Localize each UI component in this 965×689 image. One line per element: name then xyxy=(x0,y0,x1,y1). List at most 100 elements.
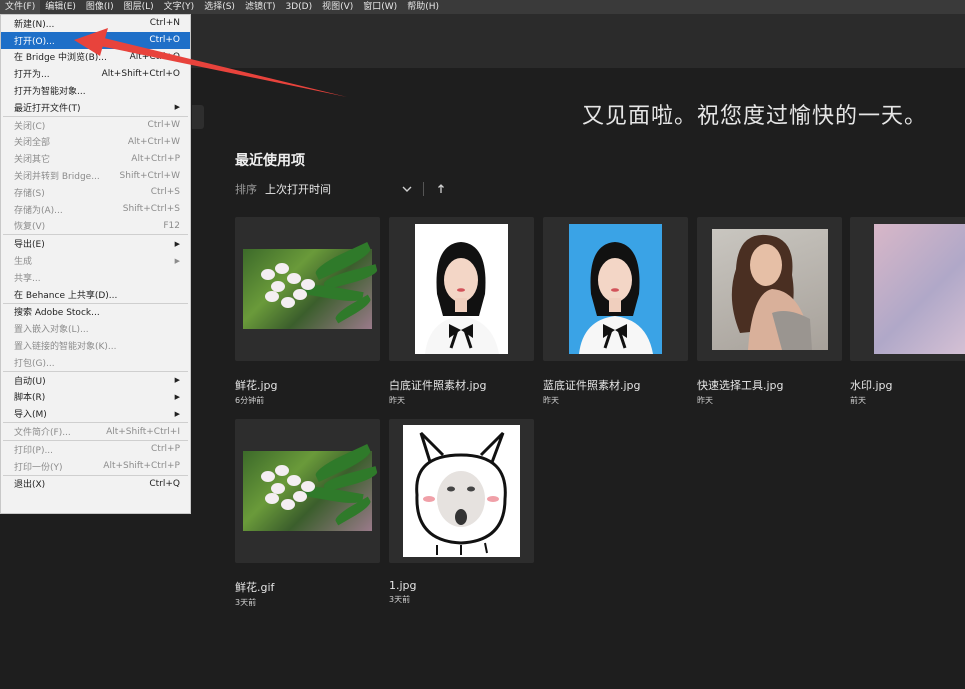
recent-file-card[interactable]: 1.jpg 3天前 xyxy=(389,419,534,605)
menu-item-label: 恢复(V) xyxy=(14,222,46,233)
menu-item-label: 置入链接的智能对象(K)... xyxy=(14,342,117,353)
sort-ascending-icon[interactable] xyxy=(436,183,446,195)
file-menu-item[interactable]: 最近打开文件(T) ▶ xyxy=(1,99,190,116)
menu-item-label: 文件简介(F)... xyxy=(14,428,71,439)
menu-item[interactable]: 滤镜(T) xyxy=(240,0,281,14)
recent-file-card[interactable]: 蓝底证件照素材.jpg 昨天 xyxy=(543,217,688,406)
menu-item-label: 打包(G)... xyxy=(14,358,55,369)
file-thumbnail[interactable] xyxy=(543,217,688,361)
file-menu-item: 打印(P)... Ctrl+P xyxy=(1,441,190,458)
file-thumbnail[interactable] xyxy=(850,217,965,361)
file-menu-item: 存储(S) Ctrl+S xyxy=(1,184,190,201)
menu-item-shortcut: Alt+Shift+Ctrl+P xyxy=(103,461,180,472)
file-menu-item: 关闭并转到 Bridge... Shift+Ctrl+W xyxy=(1,167,190,184)
flower-image xyxy=(243,241,379,329)
file-thumbnail[interactable] xyxy=(389,217,534,361)
file-menu-item[interactable]: 打开(O)... Ctrl+O xyxy=(1,31,190,49)
chevron-down-icon[interactable] xyxy=(401,183,413,195)
file-menu-item: 置入嵌入对象(L)... xyxy=(1,320,190,337)
recent-file-card[interactable]: 鲜花.jpg 6分钟前 xyxy=(235,217,380,406)
panel-edge xyxy=(192,105,204,129)
menu-item-label: 关闭(C) xyxy=(14,121,46,132)
submenu-arrow-icon: ▶ xyxy=(174,103,180,112)
file-menu-item: 关闭全部 Alt+Ctrl+W xyxy=(1,134,190,151)
file-name: 鲜花.jpg xyxy=(235,379,278,392)
file-menu-item[interactable]: 自动(U) ▶ xyxy=(1,372,190,389)
file-thumbnail[interactable] xyxy=(235,217,380,361)
file-menu-item[interactable]: 新建(N)... Ctrl+N xyxy=(1,15,190,32)
greeting-text: 又见面啦。祝您度过愉快的一天。 xyxy=(581,104,927,129)
portrait-blue-image xyxy=(569,224,662,354)
menu-item[interactable]: 3D(D) xyxy=(280,0,317,14)
recent-file-card[interactable]: 快速选择工具.jpg 昨天 xyxy=(697,217,842,406)
cartoon-image xyxy=(403,425,520,557)
recent-file-card[interactable]: 水印.jpg 前天 xyxy=(850,217,965,406)
menu-item-label: 退出(X) xyxy=(14,480,46,491)
menu-item[interactable]: 文件(F) xyxy=(0,0,41,14)
menu-item-shortcut: Alt+Ctrl+O xyxy=(129,51,180,62)
menu-item-label: 导出(E) xyxy=(14,240,45,251)
menu-item-label: 脚本(R) xyxy=(14,393,46,404)
file-menu-item[interactable]: 导入(M) ▶ xyxy=(1,405,190,422)
menu-item-label: 自动(U) xyxy=(14,376,46,387)
file-menu-item[interactable]: 搜索 Adobe Stock... xyxy=(1,304,190,321)
menu-item-label: 生成 xyxy=(14,257,33,268)
file-menu-item[interactable]: 脚本(R) ▶ xyxy=(1,389,190,406)
menu-item-label: 关闭其它 xyxy=(14,155,51,166)
file-menu-item: 置入链接的智能对象(K)... xyxy=(1,337,190,354)
file-name: 1.jpg xyxy=(389,579,417,592)
file-menu-item: 打印一份(Y) Alt+Shift+Ctrl+P xyxy=(1,458,190,475)
menu-item-label: 存储(S) xyxy=(14,188,45,199)
file-menu-item[interactable]: 退出(X) Ctrl+Q xyxy=(1,476,190,493)
menu-item-shortcut: Ctrl+N xyxy=(149,18,180,29)
menu-item[interactable]: 帮助(H) xyxy=(402,0,444,14)
file-menu-item[interactable]: 导出(E) ▶ xyxy=(1,235,190,252)
file-menu-item: 关闭其它 Alt+Ctrl+P xyxy=(1,150,190,167)
menu-item-shortcut: Alt+Ctrl+W xyxy=(127,136,180,147)
file-menu-item: 恢复(V) F12 xyxy=(1,218,190,235)
menu-item-shortcut: Shift+Ctrl+W xyxy=(119,170,180,181)
sort-label: 排序 xyxy=(235,183,257,196)
file-time: 3天前 xyxy=(389,595,411,604)
menu-item-shortcut: Ctrl+Q xyxy=(149,478,180,489)
menu-item[interactable]: 窗口(W) xyxy=(358,0,402,14)
file-time: 昨天 xyxy=(543,396,559,405)
menu-item-shortcut: Alt+Shift+Ctrl+O xyxy=(101,68,180,79)
recent-file-card[interactable]: 鲜花.gif 3天前 xyxy=(235,419,380,608)
menu-item-label: 在 Bridge 中浏览(B)... xyxy=(14,53,107,64)
menu-item[interactable]: 选择(S) xyxy=(199,0,240,14)
sort-bar: 排序 上次打开时间 xyxy=(235,181,446,197)
recent-file-card[interactable]: 白底证件照素材.jpg 昨天 xyxy=(389,217,534,406)
menu-item[interactable]: 编辑(E) xyxy=(40,0,81,14)
file-thumbnail[interactable] xyxy=(389,419,534,563)
file-menu-item: 打包(G)... xyxy=(1,354,190,371)
divider xyxy=(423,182,424,196)
file-menu-item[interactable]: 在 Behance 上共享(D)... xyxy=(1,286,190,303)
file-time: 前天 xyxy=(850,396,866,405)
file-menu-item: 共享... xyxy=(1,269,190,286)
menu-item-label: 存储为(A)... xyxy=(14,205,63,216)
submenu-arrow-icon: ▶ xyxy=(174,392,180,401)
sort-dropdown[interactable]: 上次打开时间 xyxy=(265,181,331,197)
menu-item-shortcut: Shift+Ctrl+S xyxy=(122,204,180,215)
submenu-arrow-icon: ▶ xyxy=(174,376,180,385)
menu-item[interactable]: 图层(L) xyxy=(119,0,159,14)
file-menu-item[interactable]: 打开为... Alt+Shift+Ctrl+O xyxy=(1,65,190,82)
file-menu-item[interactable]: 打开为智能对象... xyxy=(1,82,190,99)
menu-item-shortcut: Ctrl+P xyxy=(151,444,180,455)
menu-item-label: 打印一份(Y) xyxy=(14,462,63,473)
menu-item[interactable]: 文字(Y) xyxy=(159,0,200,14)
menu-item-label: 搜索 Adobe Stock... xyxy=(14,308,100,319)
file-menu-item[interactable]: 在 Bridge 中浏览(B)... Alt+Ctrl+O xyxy=(1,49,190,66)
file-thumbnail[interactable] xyxy=(697,217,842,361)
watermark-image xyxy=(874,224,965,354)
submenu-arrow-icon: ▶ xyxy=(174,409,180,418)
menu-item[interactable]: 图像(I) xyxy=(81,0,119,14)
file-menu-dropdown: 新建(N)... Ctrl+N 打开(O)... Ctrl+O 在 Bridge 中浏览… xyxy=(0,14,191,514)
file-menu-item: 关闭(C) Ctrl+W xyxy=(1,117,190,134)
file-name: 水印.jpg xyxy=(850,379,893,392)
file-thumbnail[interactable] xyxy=(235,419,380,563)
flower-image xyxy=(243,443,379,531)
menu-item-shortcut: Alt+Ctrl+P xyxy=(131,153,180,164)
menu-item[interactable]: 视图(V) xyxy=(317,0,358,14)
